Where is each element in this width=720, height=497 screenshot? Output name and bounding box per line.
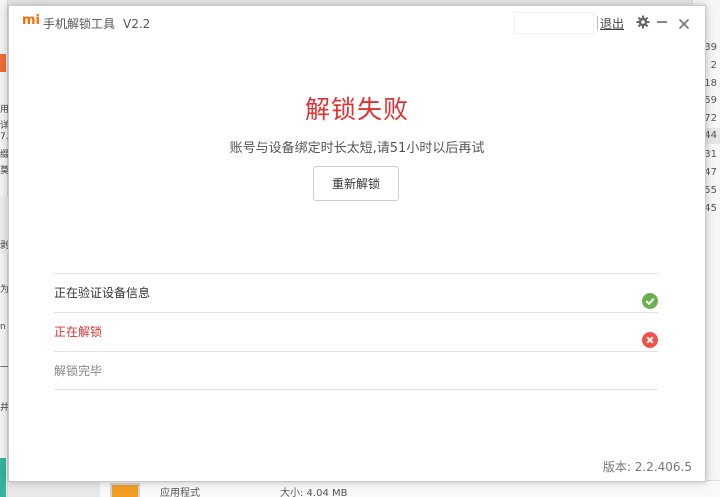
background-window-bottom: 应用程式 大小: 4.04 MB: [100, 480, 720, 497]
result-message: 账号与设备绑定时长太短,请51小时以后再试: [229, 141, 485, 156]
background-app-icon: [110, 483, 140, 497]
gear-icon[interactable]: [636, 14, 650, 29]
background-number: 45: [704, 203, 717, 214]
logout-link[interactable]: 退出: [600, 15, 624, 32]
step-verify-device: 正在验证设备信息: [54, 273, 658, 312]
background-orange-block: [0, 54, 6, 72]
background-glyph: 莫: [0, 166, 8, 176]
background-number: 55: [704, 185, 717, 196]
app-title: 手机解锁工具 V2.2: [43, 15, 150, 32]
background-number: 2: [710, 60, 717, 71]
background-number: 44: [704, 130, 717, 141]
background-number: 72: [704, 113, 717, 124]
title-divider: [597, 16, 598, 30]
title-bar[interactable]: mi 手机解锁工具 V2.2 退出: [9, 6, 705, 42]
retry-unlock-button[interactable]: 重新解锁: [313, 166, 399, 201]
background-glyph: 为: [0, 285, 8, 295]
unlock-tool-window: mi 手机解锁工具 V2.2 退出 解锁失败 账号与设备绑定时长太短,请51小时…: [8, 5, 706, 482]
step-label: 正在解锁: [54, 325, 103, 339]
result-title: 解锁失败: [304, 95, 409, 124]
step-unlock-complete: 解锁完毕: [54, 351, 658, 390]
background-number: 18: [704, 78, 717, 89]
background-number: 31: [704, 149, 717, 160]
step-unlocking: 正在解锁: [54, 312, 658, 351]
unlock-steps-list: 正在验证设备信息 正在解锁 解锁完毕: [54, 273, 658, 390]
error-circle-icon: [642, 325, 658, 348]
mi-logo: mi: [22, 13, 41, 28]
background-number: 47: [704, 167, 717, 178]
background-teal-block: [0, 458, 6, 497]
background-app-type: 应用程式: [160, 488, 200, 497]
background-number: 39: [704, 42, 717, 53]
check-circle-icon: [642, 286, 658, 309]
background-glyph: 剥: [0, 241, 8, 251]
step-label: 解锁完毕: [54, 364, 103, 378]
background-glyph: 一: [0, 363, 8, 373]
background-app-size: 大小: 4.04 MB: [280, 488, 348, 497]
background-glyph: 缀: [0, 150, 8, 160]
background-number: 59: [704, 95, 717, 106]
app-version-footer: 版本: 2.2.406.5: [602, 460, 692, 474]
background-glyph: 用: [0, 105, 8, 115]
step-label: 正在验证设备信息: [54, 286, 151, 300]
account-name-field: [514, 12, 594, 34]
background-glyph: n: [0, 322, 6, 332]
background-glyph: 井: [0, 403, 8, 413]
app-title-text: 手机解锁工具: [43, 17, 116, 31]
close-icon[interactable]: [678, 15, 690, 30]
background-window-left: 用 详 7. 缀 莫 剥 为 n 一 井: [0, 0, 8, 497]
app-version-label: V2.2: [123, 17, 151, 31]
background-glyph: 详: [0, 121, 8, 131]
minimize-icon[interactable]: [657, 21, 667, 23]
background-glyph: 7.: [0, 132, 8, 142]
